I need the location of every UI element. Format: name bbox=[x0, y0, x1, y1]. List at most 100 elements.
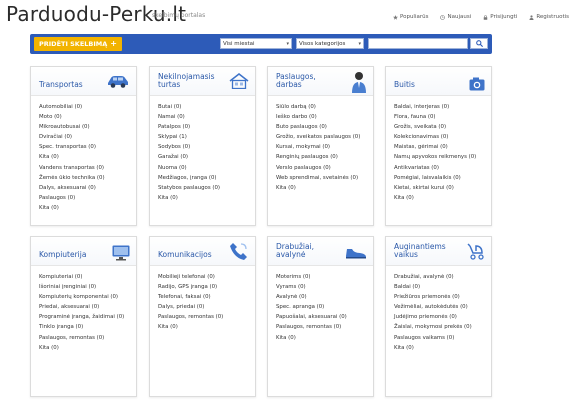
list-item[interactable]: Moterims (0) bbox=[276, 272, 373, 282]
list-item[interactable]: Spec. transportas (0) bbox=[39, 142, 136, 152]
list-item[interactable]: Flora, fauna (0) bbox=[394, 112, 491, 122]
subcategory-list: Siūlo darbą (0) Ieško darbo (0) Buto pas… bbox=[268, 96, 373, 193]
list-item[interactable]: Kolekcionavimas (0) bbox=[394, 132, 491, 142]
list-item[interactable]: Vežimėliai, autokėdutės (0) bbox=[394, 302, 491, 312]
region-select[interactable]: Visi miestai ▾ bbox=[220, 38, 292, 49]
list-item[interactable]: Sodybos (0) bbox=[158, 142, 255, 152]
list-item[interactable]: Paslaugos, remontas (0) bbox=[39, 333, 136, 343]
list-item[interactable]: Išoriniai įrenginiai (0) bbox=[39, 282, 136, 292]
category-title[interactable]: Paslaugos, darbas bbox=[276, 73, 336, 89]
list-item[interactable]: Kita (0) bbox=[158, 193, 255, 203]
list-item[interactable]: Kita (0) bbox=[39, 152, 136, 162]
list-item[interactable]: Namų apyvokos reikmenys (0) bbox=[394, 152, 491, 162]
nav-label: Naujausi bbox=[447, 14, 472, 20]
list-item[interactable]: Kita (0) bbox=[276, 333, 373, 343]
list-item[interactable]: Vyrams (0) bbox=[276, 282, 373, 292]
category-title[interactable]: Buitis bbox=[394, 81, 415, 89]
list-item[interactable]: Žemės ūkio technika (0) bbox=[39, 173, 136, 183]
list-item[interactable]: Pomėgiai, laisvalaikis (0) bbox=[394, 173, 491, 183]
list-item[interactable]: Telefonai, faksai (0) bbox=[158, 292, 255, 302]
list-item[interactable]: Buto paslaugos (0) bbox=[276, 122, 373, 132]
category-card-header[interactable]: Buitis bbox=[386, 67, 491, 96]
list-item[interactable]: Renginių paslaugos (0) bbox=[276, 152, 373, 162]
camera-icon bbox=[469, 77, 485, 91]
add-listing-button[interactable]: PRIDĖTI SKELBIMĄ + bbox=[34, 37, 122, 51]
list-item[interactable]: Mikroautobusai (0) bbox=[39, 122, 136, 132]
list-item[interactable]: Papuošalai, aksesuarai (0) bbox=[276, 312, 373, 322]
list-item[interactable]: Programinė įranga, žaidimai (0) bbox=[39, 312, 136, 322]
list-item[interactable]: Ieško darbo (0) bbox=[276, 112, 373, 122]
category-card-header[interactable]: Auginantiems vaikus bbox=[386, 237, 491, 266]
list-item[interactable]: Radijo, GPS įranga (0) bbox=[158, 282, 255, 292]
list-item[interactable]: Statybos paslaugos (0) bbox=[158, 183, 255, 193]
list-item[interactable]: Patalpos (0) bbox=[158, 122, 255, 132]
list-item[interactable]: Kita (0) bbox=[394, 193, 491, 203]
list-item[interactable]: Verslo paslaugos (0) bbox=[276, 163, 373, 173]
category-select[interactable]: Visos kategorijos ▾ bbox=[296, 38, 364, 49]
list-item[interactable]: Medžiagos, įranga (0) bbox=[158, 173, 255, 183]
category-card-header[interactable]: Nekilnojamasis turtas bbox=[150, 67, 255, 96]
list-item[interactable]: Kita (0) bbox=[158, 322, 255, 332]
list-item[interactable]: Namai (0) bbox=[158, 112, 255, 122]
category-title[interactable]: Nekilnojamasis turtas bbox=[158, 73, 228, 89]
list-item[interactable]: Drabužiai, avalynė (0) bbox=[394, 272, 491, 282]
list-item[interactable]: Baldai (0) bbox=[394, 282, 491, 292]
subcategory-list: Kompiuteriai (0) Išoriniai įrenginiai (0… bbox=[31, 266, 136, 353]
list-item[interactable]: Priedai, aksesuarai (0) bbox=[39, 302, 136, 312]
list-item[interactable]: Paslaugos (0) bbox=[39, 193, 136, 203]
category-title[interactable]: Kompiuterija bbox=[39, 251, 86, 259]
nav-naujausi[interactable]: Naujausi bbox=[440, 14, 471, 20]
list-item[interactable]: Kompiuteriai (0) bbox=[39, 272, 136, 282]
list-item[interactable]: Kursai, mokymai (0) bbox=[276, 142, 373, 152]
user-icon bbox=[529, 14, 534, 20]
list-item[interactable]: Kietai, skirtai kurui (0) bbox=[394, 183, 491, 193]
category-card-header[interactable]: Kompiuterija bbox=[31, 237, 136, 266]
category-card-header[interactable]: Drabužiai, avalynė bbox=[268, 237, 373, 266]
category-title[interactable]: Auginantiems vaikus bbox=[394, 243, 456, 259]
list-item[interactable]: Automobiliai (0) bbox=[39, 102, 136, 112]
list-item[interactable]: Moto (0) bbox=[39, 112, 136, 122]
list-item[interactable]: Butai (0) bbox=[158, 102, 255, 112]
list-item[interactable]: Grožis, sveikata (0) bbox=[394, 122, 491, 132]
list-item[interactable]: Kita (0) bbox=[394, 343, 491, 353]
category-title[interactable]: Transportas bbox=[39, 81, 83, 89]
list-item[interactable]: Maistas, gėrimai (0) bbox=[394, 142, 491, 152]
list-item[interactable]: Web sprendimai, svetainės (0) bbox=[276, 173, 373, 183]
list-item[interactable]: Kita (0) bbox=[276, 183, 373, 193]
category-card-header[interactable]: Paslaugos, darbas bbox=[268, 67, 373, 96]
search-button[interactable] bbox=[470, 38, 488, 49]
list-item[interactable]: Kita (0) bbox=[39, 343, 136, 353]
search-input[interactable] bbox=[368, 38, 468, 49]
list-item[interactable]: Dalys, aksesuarai (0) bbox=[39, 183, 136, 193]
list-item[interactable]: Paslaugos, remontas (0) bbox=[158, 312, 255, 322]
nav-populiariausi[interactable]: Populiarūs bbox=[392, 14, 428, 20]
list-item[interactable]: Grožio, sveikatos paslaugos (0) bbox=[276, 132, 373, 142]
list-item[interactable]: Tinklo įranga (0) bbox=[39, 322, 136, 332]
list-item[interactable]: Judėjimo priemonės (0) bbox=[394, 312, 491, 322]
list-item[interactable]: Garažai (0) bbox=[158, 152, 255, 162]
list-item[interactable]: Avalynė (0) bbox=[276, 292, 373, 302]
list-item[interactable]: Kompiuterių komponentai (0) bbox=[39, 292, 136, 302]
list-item[interactable]: Siūlo darbą (0) bbox=[276, 102, 373, 112]
category-card-header[interactable]: Transportas bbox=[31, 67, 136, 96]
list-item[interactable]: Kita (0) bbox=[39, 203, 136, 213]
category-title[interactable]: Komunikacijos bbox=[158, 251, 212, 259]
nav-registruotis[interactable]: Registruotis bbox=[529, 14, 569, 20]
list-item[interactable]: Sklypai (1) bbox=[158, 132, 255, 142]
list-item[interactable]: Nuoma (0) bbox=[158, 163, 255, 173]
list-item[interactable]: Paslaugos vaikams (0) bbox=[394, 333, 491, 343]
list-item[interactable]: Priežiūros priemonės (0) bbox=[394, 292, 491, 302]
list-item[interactable]: Paslaugos, remontas (0) bbox=[276, 322, 373, 332]
list-item[interactable]: Mobilieji telefonai (0) bbox=[158, 272, 255, 282]
subcategory-list: Butai (0) Namai (0) Patalpos (0) Sklypai… bbox=[150, 96, 255, 203]
list-item[interactable]: Dviračiai (0) bbox=[39, 132, 136, 142]
category-title[interactable]: Drabužiai, avalynė bbox=[276, 243, 336, 259]
nav-prisijungti[interactable]: Prisijungti bbox=[483, 14, 517, 20]
list-item[interactable]: Baldai, interjeras (0) bbox=[394, 102, 491, 112]
list-item[interactable]: Vandens transportas (0) bbox=[39, 163, 136, 173]
list-item[interactable]: Spec. apranga (0) bbox=[276, 302, 373, 312]
list-item[interactable]: Dalys, priedai (0) bbox=[158, 302, 255, 312]
list-item[interactable]: Žaislai, mokymosi prekės (0) bbox=[394, 322, 491, 332]
list-item[interactable]: Antikvariatas (0) bbox=[394, 163, 491, 173]
category-card-header[interactable]: Komunikacijos bbox=[150, 237, 255, 266]
